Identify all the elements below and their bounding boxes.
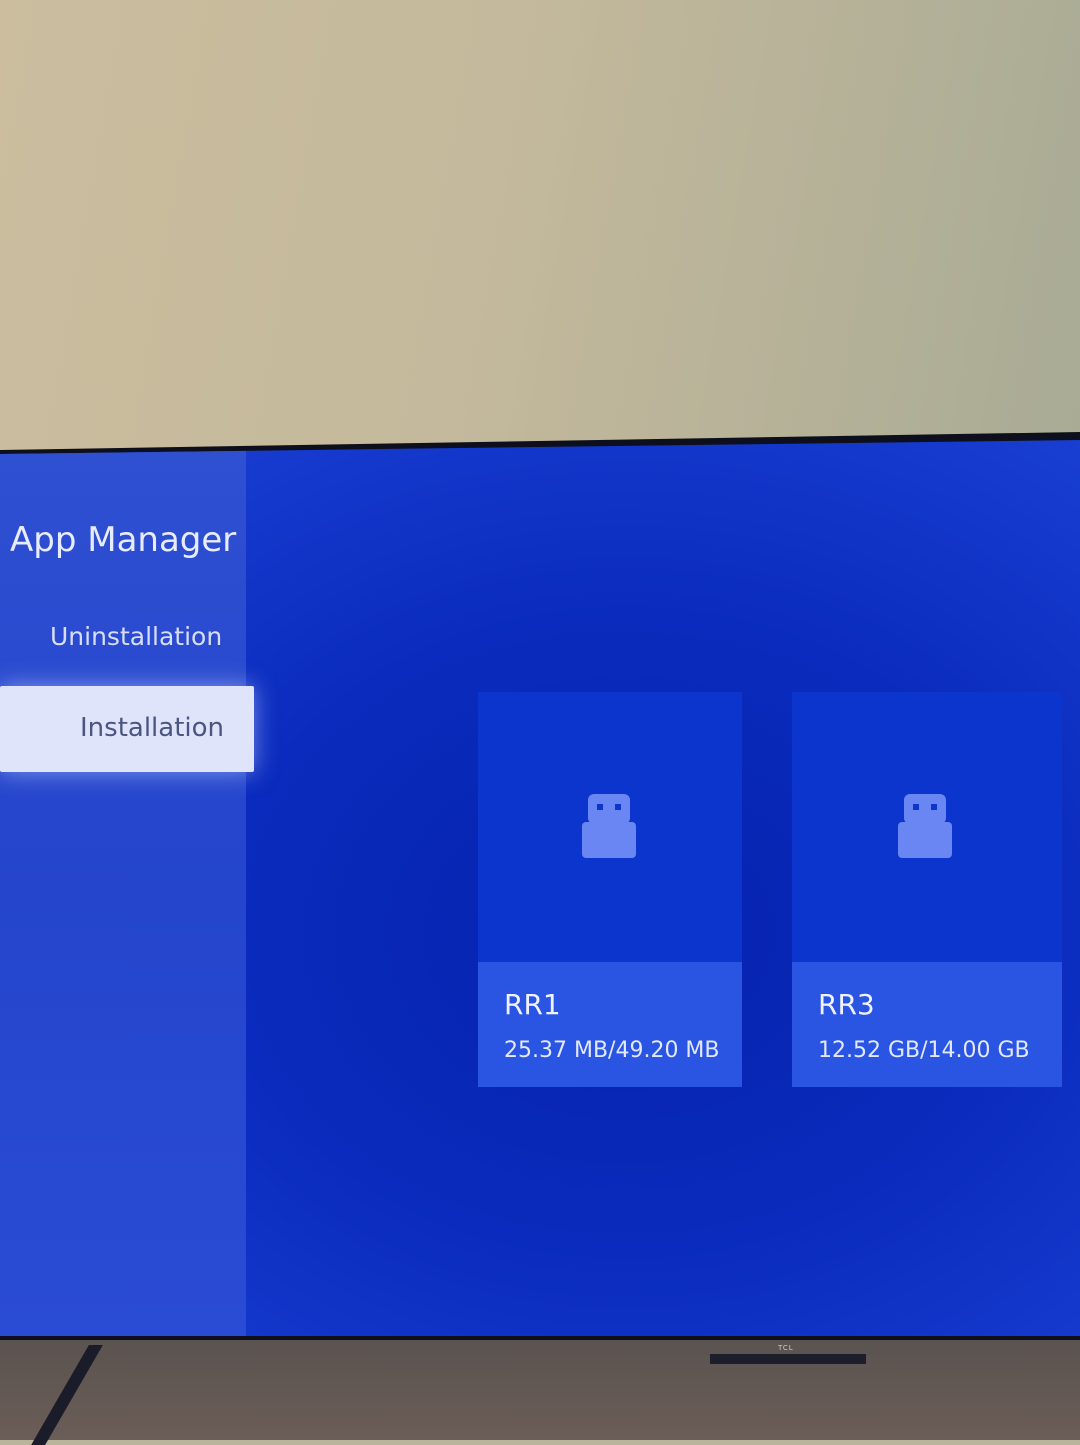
device-card-rr3[interactable]: RR3 12.52 GB/14.00 GB — [792, 692, 1062, 1087]
device-card-info: RR1 25.37 MB/49.20 MB — [478, 962, 742, 1087]
sidebar-item-uninstallation[interactable]: Uninstallation — [50, 622, 222, 651]
tv-brand-logo: TCL — [778, 1344, 794, 1352]
device-card-image — [478, 692, 742, 962]
sidebar-item-installation[interactable]: Installation — [0, 686, 254, 772]
tv-bottom-bar — [710, 1354, 866, 1364]
tv-stand-surface — [0, 1340, 1080, 1440]
tv-screen: App Manager Uninstallation Installation … — [0, 440, 1080, 1336]
usb-drive-icon — [582, 794, 636, 858]
sidebar: App Manager Uninstallation Installation — [0, 440, 254, 1336]
sidebar-item-label: Installation — [80, 713, 225, 743]
page-title: App Manager — [10, 520, 237, 560]
device-name: RR1 — [504, 988, 561, 1021]
device-card-image — [792, 692, 1062, 962]
device-name: RR3 — [818, 988, 875, 1021]
device-storage: 12.52 GB/14.00 GB — [818, 1038, 1030, 1063]
wall-background — [0, 0, 1080, 450]
device-card-rr1[interactable]: RR1 25.37 MB/49.20 MB — [478, 692, 742, 1087]
usb-drive-icon — [898, 794, 952, 858]
device-storage: 25.37 MB/49.20 MB — [504, 1038, 720, 1063]
device-card-info: RR3 12.52 GB/14.00 GB — [792, 962, 1062, 1087]
